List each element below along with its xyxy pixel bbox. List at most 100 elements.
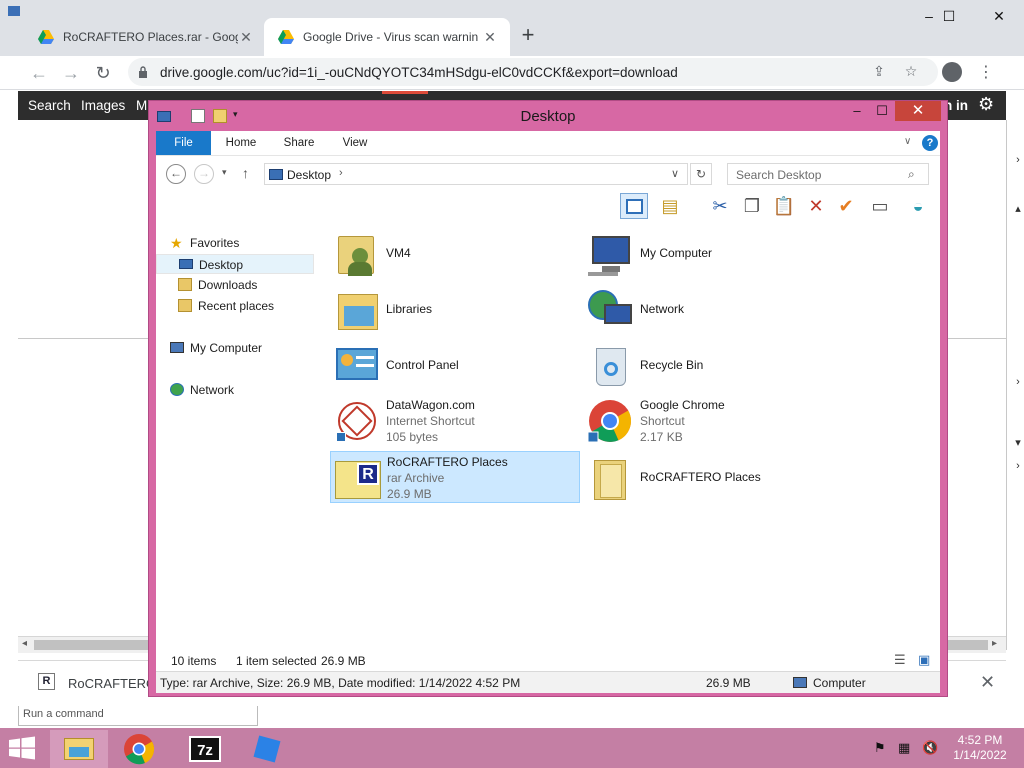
file-item[interactable]: Google Chrome Shortcut 2.17 KB bbox=[584, 395, 834, 447]
shelf-close-button[interactable]: ✕ bbox=[980, 672, 995, 693]
explorer-address-bar[interactable]: Desktop › ∨ bbox=[264, 163, 688, 185]
scroll-arrow-icon[interactable]: › bbox=[1012, 460, 1024, 472]
file-item[interactable]: Network bbox=[584, 283, 834, 335]
search-icon[interactable]: ⌕ bbox=[908, 167, 915, 182]
file-name: My Computer bbox=[640, 246, 713, 260]
preview-pane-icon[interactable] bbox=[620, 193, 648, 219]
checkmark-icon[interactable]: ✔ bbox=[832, 193, 860, 219]
taskbar-file-explorer[interactable] bbox=[50, 730, 108, 768]
reload-icon[interactable]: ↻ bbox=[90, 60, 116, 86]
taskbar: 7z ⚑ ▦ 🔇 4:52 PM 1/14/2022 bbox=[0, 728, 1024, 768]
bookmark-star-icon[interactable]: ☆ bbox=[902, 63, 920, 81]
rename-icon[interactable]: ▭ bbox=[866, 193, 894, 219]
nav-downloads[interactable]: Downloads bbox=[156, 275, 314, 295]
scroll-arrow-icon[interactable]: ▾ bbox=[1012, 436, 1024, 449]
network-icon bbox=[586, 286, 634, 332]
tab-home[interactable]: Home bbox=[218, 131, 264, 155]
images-link[interactable]: Images bbox=[81, 98, 125, 113]
browser-close-button[interactable]: ✕ bbox=[984, 8, 1014, 32]
back-button[interactable]: ← bbox=[166, 164, 186, 184]
scroll-right-icon[interactable]: ▸ bbox=[992, 638, 997, 649]
forward-button[interactable]: → bbox=[194, 164, 214, 184]
download-item-name[interactable]: RoCRAFTERO bbox=[68, 676, 156, 691]
breadcrumb[interactable]: Desktop bbox=[287, 168, 331, 182]
breadcrumb-chevron-icon[interactable]: › bbox=[339, 167, 343, 179]
forward-arrow-icon[interactable]: → bbox=[58, 60, 84, 86]
profile-avatar-icon[interactable] bbox=[942, 62, 962, 82]
active-indicator bbox=[382, 91, 428, 94]
nav-my-computer[interactable]: My Computer bbox=[156, 338, 314, 358]
explorer-titlebar[interactable]: ▾ Desktop – ☐ ✕ bbox=[149, 101, 947, 131]
cut-icon[interactable]: ✂ bbox=[706, 193, 734, 219]
file-name: Network bbox=[640, 302, 685, 316]
share-icon[interactable]: ⇪ bbox=[870, 63, 888, 81]
tab-close-icon[interactable]: ✕ bbox=[482, 29, 498, 46]
taskbar-7zip[interactable]: 7z bbox=[176, 730, 234, 768]
browser-maximize-button[interactable]: ☐ bbox=[934, 8, 964, 32]
delete-icon[interactable]: ✕ bbox=[802, 193, 830, 219]
maximize-button[interactable]: ☐ bbox=[867, 101, 897, 121]
settings-gear-icon[interactable]: ⚙ bbox=[978, 94, 994, 115]
nav-recent-places[interactable]: Recent places bbox=[156, 296, 314, 316]
tab-file[interactable]: File bbox=[156, 131, 211, 155]
file-item[interactable]: R RoCRAFTERO Places rar Archive 26.9 MB bbox=[330, 451, 580, 503]
nav-network[interactable]: Network bbox=[156, 380, 314, 400]
search-box[interactable]: Search Desktop ⌕ bbox=[727, 163, 929, 185]
address-bar[interactable]: drive.google.com/uc?id=1i_-ouCNdQYOTC34m… bbox=[128, 58, 938, 86]
downloads-folder-icon bbox=[178, 278, 192, 291]
file-item[interactable]: Libraries bbox=[330, 283, 580, 335]
ribbon-tabs: File Home Share View ∨ ? bbox=[156, 131, 940, 155]
google-drive-icon bbox=[38, 30, 54, 44]
file-item[interactable]: My Computer bbox=[584, 227, 834, 279]
taskbar-clock[interactable]: 4:52 PM 1/14/2022 bbox=[944, 733, 1016, 763]
flag-icon[interactable]: ⚑ bbox=[874, 740, 886, 756]
tab-view[interactable]: View bbox=[334, 131, 376, 155]
shell-icon[interactable]: ◒ bbox=[904, 193, 932, 219]
scroll-arrow-icon[interactable]: ▴ bbox=[1012, 202, 1024, 215]
recent-dropdown-icon[interactable]: ▾ bbox=[222, 167, 227, 178]
file-item[interactable]: Control Panel bbox=[330, 339, 580, 391]
volume-muted-icon[interactable]: 🔇 bbox=[922, 740, 938, 756]
more-menu-icon[interactable]: ⋮ bbox=[978, 62, 994, 82]
tab-close-icon[interactable]: ✕ bbox=[238, 29, 254, 46]
start-button[interactable] bbox=[8, 736, 38, 762]
tab-share[interactable]: Share bbox=[276, 131, 322, 155]
ribbon-expand-icon[interactable]: ∨ bbox=[904, 136, 911, 147]
run-command-box[interactable]: Run a command bbox=[18, 706, 258, 726]
taskbar-roblox[interactable] bbox=[238, 730, 296, 768]
help-icon[interactable]: ? bbox=[922, 135, 938, 151]
file-type: Shortcut bbox=[640, 414, 685, 428]
scroll-arrow-icon[interactable]: › bbox=[1012, 154, 1024, 166]
taskbar-chrome[interactable] bbox=[110, 730, 168, 768]
folder-options-icon[interactable]: ▤ bbox=[656, 193, 684, 219]
status-bar: 10 items 1 item selected 26.9 MB ☰ ▣ bbox=[156, 649, 940, 671]
browser-tab-drive[interactable]: Google Drive - Virus scan warnin ✕ bbox=[264, 18, 510, 56]
new-tab-button[interactable]: + bbox=[516, 24, 540, 48]
more-link[interactable]: M bbox=[136, 98, 147, 113]
file-item[interactable]: Recycle Bin bbox=[584, 339, 834, 391]
nav-desktop[interactable]: Desktop bbox=[156, 254, 314, 274]
copy-icon[interactable]: ❐ bbox=[738, 193, 766, 219]
paste-icon[interactable]: 📋 bbox=[770, 193, 798, 219]
back-arrow-icon[interactable]: ← bbox=[26, 60, 52, 86]
address-dropdown-icon[interactable]: ∨ bbox=[671, 167, 679, 180]
file-item[interactable]: DataWagon.com Internet Shortcut 105 bytes bbox=[330, 395, 580, 447]
recent-places-icon bbox=[178, 299, 192, 312]
details-view-icon[interactable]: ☰ bbox=[894, 652, 906, 668]
large-icons-view-icon[interactable]: ▣ bbox=[918, 652, 930, 668]
network-tray-icon[interactable]: ▦ bbox=[898, 740, 910, 756]
internet-shortcut-icon bbox=[332, 398, 380, 444]
chrome-icon bbox=[586, 398, 634, 444]
scroll-left-icon[interactable]: ◂ bbox=[22, 638, 27, 649]
file-item[interactable]: VM4 bbox=[330, 227, 580, 279]
search-link[interactable]: Search bbox=[28, 98, 71, 113]
file-explorer-icon bbox=[64, 738, 94, 760]
file-name: Control Panel bbox=[386, 358, 459, 372]
up-arrow-icon[interactable]: ↑ bbox=[242, 165, 249, 181]
scroll-arrow-icon[interactable]: › bbox=[1012, 376, 1024, 388]
file-item[interactable]: RoCRAFTERO Places bbox=[584, 451, 834, 503]
refresh-icon[interactable]: ↻ bbox=[690, 163, 712, 185]
close-button[interactable]: ✕ bbox=[895, 101, 941, 121]
browser-tab-rar[interactable]: RoCRAFTERO Places.rar - Google ✕ bbox=[24, 18, 266, 56]
nav-favorites[interactable]: ★ Favorites bbox=[156, 233, 314, 253]
